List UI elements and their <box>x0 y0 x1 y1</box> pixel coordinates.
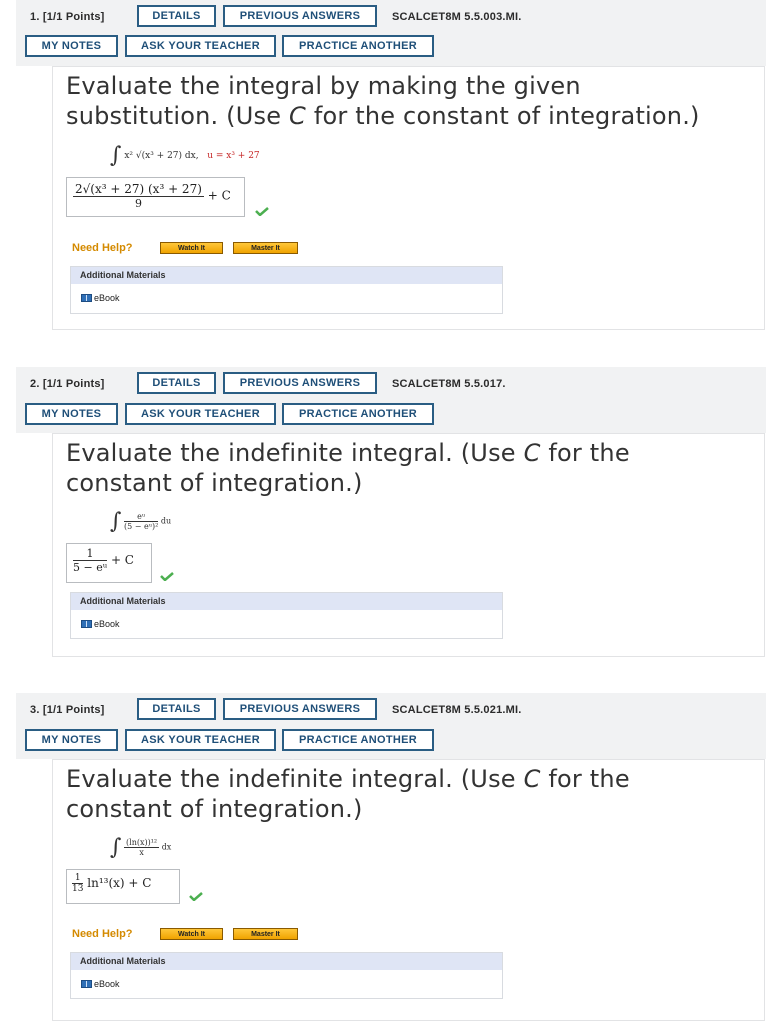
my-notes-button[interactable]: MY NOTES <box>25 403 118 425</box>
question-2-header: 2. [1/1 Points] DETAILS PREVIOUS ANSWERS… <box>16 367 766 433</box>
ebook-icon <box>81 980 92 988</box>
watch-it-button[interactable]: Watch It <box>160 928 223 940</box>
ebook-link[interactable]: eBook <box>71 970 502 998</box>
ebook-link[interactable]: eBook <box>71 284 502 312</box>
ask-your-teacher-button[interactable]: ASK YOUR TEACHER <box>125 729 276 751</box>
answer-box[interactable]: 1 13 ln¹³(x) + C <box>66 869 180 904</box>
additional-materials-title: Additional Materials <box>71 593 502 610</box>
question-2-body: Evaluate the indefinite integral. (Use C… <box>52 433 765 657</box>
integral-expression: ∫ eᵘ (5 − eᵘ)² du <box>110 509 172 534</box>
question-prompt: Evaluate the integral by making the give… <box>66 72 700 130</box>
problem-code: SCALCET8M 5.5.017. <box>392 378 506 390</box>
correct-check-icon <box>189 892 203 901</box>
question-number: 2. [1/1 Points] <box>30 378 105 390</box>
details-button[interactable]: DETAILS <box>137 372 216 394</box>
question-1-body: Evaluate the integral by making the give… <box>52 66 765 330</box>
need-help-label: Need Help? <box>72 242 133 254</box>
previous-answers-button[interactable]: PREVIOUS ANSWERS <box>223 698 377 720</box>
question-3-header: 3. [1/1 Points] DETAILS PREVIOUS ANSWERS… <box>16 693 766 759</box>
watch-it-button[interactable]: Watch It <box>160 242 223 254</box>
details-button[interactable]: DETAILS <box>137 698 216 720</box>
my-notes-button[interactable]: MY NOTES <box>25 729 118 751</box>
need-help-label: Need Help? <box>72 928 133 940</box>
details-button[interactable]: DETAILS <box>137 5 216 27</box>
ebook-icon <box>81 294 92 302</box>
answer-box[interactable]: 2√(x³ + 27) (x³ + 27) 9 + C <box>66 177 245 217</box>
practice-another-button[interactable]: PRACTICE ANOTHER <box>282 403 434 425</box>
ebook-icon <box>81 620 92 628</box>
question-1-header: 1. [1/1 Points] DETAILS PREVIOUS ANSWERS… <box>16 0 766 66</box>
correct-check-icon <box>255 207 269 216</box>
additional-materials-panel: Additional Materials eBook <box>70 592 503 639</box>
ebook-link[interactable]: eBook <box>71 610 502 638</box>
integral-expression: ∫ (ln(x))¹² x dx <box>110 835 172 860</box>
question-3-body: Evaluate the indefinite integral. (Use C… <box>52 759 765 1021</box>
question-prompt: Evaluate the indefinite integral. (Use C… <box>66 439 630 497</box>
ask-your-teacher-button[interactable]: ASK YOUR TEACHER <box>125 35 276 57</box>
question-number: 1. [1/1 Points] <box>30 11 105 23</box>
problem-code: SCALCET8M 5.5.003.MI. <box>392 11 522 23</box>
master-it-button[interactable]: Master It <box>233 928 298 940</box>
practice-another-button[interactable]: PRACTICE ANOTHER <box>282 729 434 751</box>
integral-expression: ∫ x² √(x³ + 27) dx, u = x³ + 27 <box>110 143 260 168</box>
practice-another-button[interactable]: PRACTICE ANOTHER <box>282 35 434 57</box>
additional-materials-title: Additional Materials <box>71 953 502 970</box>
additional-materials-panel: Additional Materials eBook <box>70 266 503 314</box>
my-notes-button[interactable]: MY NOTES <box>25 35 118 57</box>
correct-check-icon <box>160 572 174 581</box>
answer-box[interactable]: 1 5 − eᵘ + C <box>66 543 152 583</box>
question-prompt: Evaluate the indefinite integral. (Use C… <box>66 765 630 823</box>
previous-answers-button[interactable]: PREVIOUS ANSWERS <box>223 5 377 27</box>
ask-your-teacher-button[interactable]: ASK YOUR TEACHER <box>125 403 276 425</box>
previous-answers-button[interactable]: PREVIOUS ANSWERS <box>223 372 377 394</box>
question-number: 3. [1/1 Points] <box>30 704 105 716</box>
problem-code: SCALCET8M 5.5.021.MI. <box>392 704 522 716</box>
master-it-button[interactable]: Master It <box>233 242 298 254</box>
additional-materials-panel: Additional Materials eBook <box>70 952 503 999</box>
additional-materials-title: Additional Materials <box>71 267 502 284</box>
